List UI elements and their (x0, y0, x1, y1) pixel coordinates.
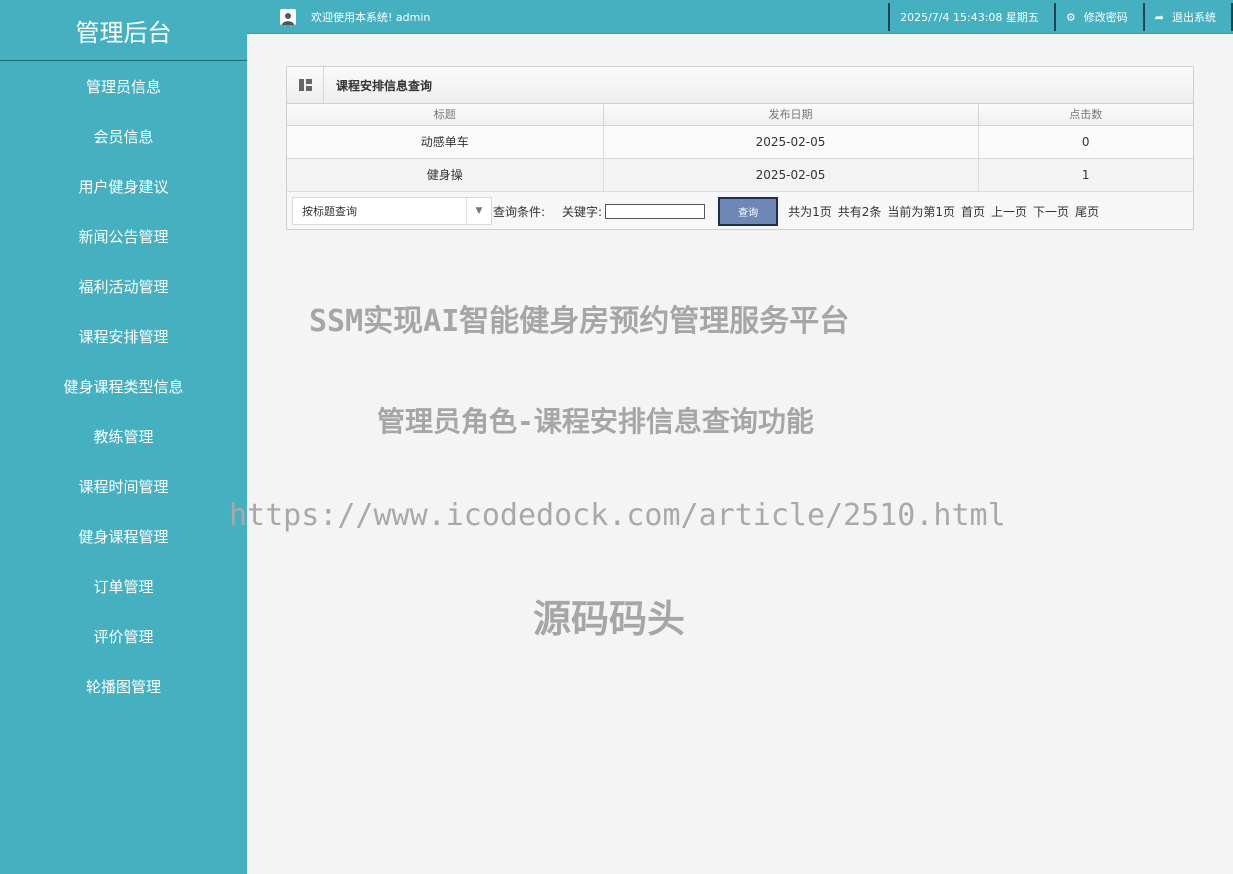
sidebar-item-reviews[interactable]: 评价管理 (0, 611, 247, 661)
table-header-row: 标题 发布日期 点击数 (287, 104, 1193, 126)
table-row[interactable]: 健身操 2025-02-05 1 (287, 158, 1193, 192)
sidebar-item-course-schedule[interactable]: 课程安排管理 (0, 311, 247, 361)
watermark-brand: 源码码头 (533, 597, 686, 641)
search-type-value: 按标题查询 (302, 205, 357, 218)
sidebar-item-fitness-advice[interactable]: 用户健身建议 (0, 161, 247, 211)
logout-link[interactable]: ➦ 退出系统 (1142, 3, 1233, 31)
data-table: 标题 发布日期 点击数 动感单车 2025-02-05 0 健身操 2025-0… (287, 104, 1193, 192)
pagination: 共为1页 共有2条 当前为第1页 首页 上一页 下一页 尾页 (788, 203, 1105, 220)
welcome-area: 欢迎使用本系统! admin (280, 9, 430, 25)
column-header-clicks[interactable]: 点击数 (978, 104, 1193, 126)
sidebar-item-admin-info[interactable]: 管理员信息 (0, 61, 247, 111)
top-bar: 欢迎使用本系统! admin 2025/7/4 15:43:08 星期五 ⚙ 修… (247, 0, 1233, 34)
share-arrow-icon: ➦ (1154, 10, 1164, 24)
pager-last[interactable]: 尾页 (1075, 203, 1099, 220)
top-bar-right: 2025/7/4 15:43:08 星期五 ⚙ 修改密码 ➦ 退出系统 (888, 3, 1233, 31)
search-bar: 按标题查询 ▼ 查询条件: 关键字: 查询 共为1页 共有2条 当前为第1页 首… (287, 192, 1193, 231)
layout-icon (287, 66, 324, 104)
gear-icon: ⚙ (1065, 10, 1076, 24)
pager-prev[interactable]: 上一页 (991, 203, 1027, 220)
datetime-display: 2025/7/4 15:43:08 星期五 (888, 3, 1054, 31)
cell-title: 动感单车 (287, 125, 604, 159)
welcome-text: 欢迎使用本系统! admin (311, 11, 431, 24)
cell-date: 2025-02-05 (603, 125, 979, 159)
sidebar-item-coach[interactable]: 教练管理 (0, 411, 247, 461)
pager-next[interactable]: 下一页 (1033, 203, 1069, 220)
user-icon (280, 9, 296, 25)
sidebar: 管理后台 管理员信息 会员信息 用户健身建议 新闻公告管理 福利活动管理 课程安… (0, 0, 247, 874)
query-button[interactable]: 查询 (718, 196, 779, 226)
condition-label: 查询条件: (493, 204, 546, 219)
search-type-select[interactable]: 按标题查询 ▼ (292, 197, 492, 225)
panel-title: 课程安排信息查询 (336, 78, 433, 93)
sidebar-item-course-type[interactable]: 健身课程类型信息 (0, 361, 247, 411)
cell-date: 2025-02-05 (603, 158, 979, 192)
change-password-link[interactable]: ⚙ 修改密码 (1053, 3, 1143, 31)
sidebar-item-course-time[interactable]: 课程时间管理 (0, 461, 247, 511)
app-title: 管理后台 (75, 18, 172, 47)
panel-header: 课程安排信息查询 (287, 66, 1193, 104)
sidebar-item-carousel[interactable]: 轮播图管理 (0, 661, 247, 711)
table-row[interactable]: 动感单车 2025-02-05 0 (287, 125, 1193, 159)
course-schedule-panel: 课程安排信息查询 标题 发布日期 点击数 动感单车 2025-02-05 0 健… (286, 66, 1194, 230)
pager-total-items: 共有2条 (837, 204, 882, 219)
datetime-text: 2025/7/4 15:43:08 星期五 (900, 11, 1039, 24)
change-password-label: 修改密码 (1083, 11, 1128, 24)
keyword-label: 关键字: (562, 204, 603, 219)
pager-total-pages: 共为1页 (788, 204, 832, 219)
keyword-input[interactable] (605, 203, 706, 219)
logout-label: 退出系统 (1172, 11, 1216, 24)
sidebar-item-news[interactable]: 新闻公告管理 (0, 211, 247, 261)
chevron-down-icon[interactable]: ▼ (466, 198, 491, 224)
cell-clicks: 1 (978, 158, 1193, 192)
cell-title: 健身操 (287, 158, 604, 192)
watermark-url: https://www.icodedock.com/article/2510.h… (229, 498, 1006, 533)
sidebar-item-orders[interactable]: 订单管理 (0, 561, 247, 611)
pager-current: 当前为第1页 (887, 204, 956, 219)
sidebar-item-welfare[interactable]: 福利活动管理 (0, 261, 247, 311)
column-header-title[interactable]: 标题 (287, 104, 604, 126)
sidebar-header: 管理后台 (0, 0, 247, 61)
watermark-subtitle: 管理员角色-课程安排信息查询功能 (377, 405, 814, 438)
cell-clicks: 0 (978, 125, 1193, 159)
sidebar-item-member-info[interactable]: 会员信息 (0, 111, 247, 161)
sidebar-menu: 管理员信息 会员信息 用户健身建议 新闻公告管理 福利活动管理 课程安排管理 健… (0, 61, 247, 711)
sidebar-item-fitness-course[interactable]: 健身课程管理 (0, 511, 247, 561)
pager-first[interactable]: 首页 (961, 203, 985, 220)
column-header-date[interactable]: 发布日期 (603, 104, 979, 126)
watermark-title: SSM实现AI智能健身房预约管理服务平台 (309, 304, 850, 339)
